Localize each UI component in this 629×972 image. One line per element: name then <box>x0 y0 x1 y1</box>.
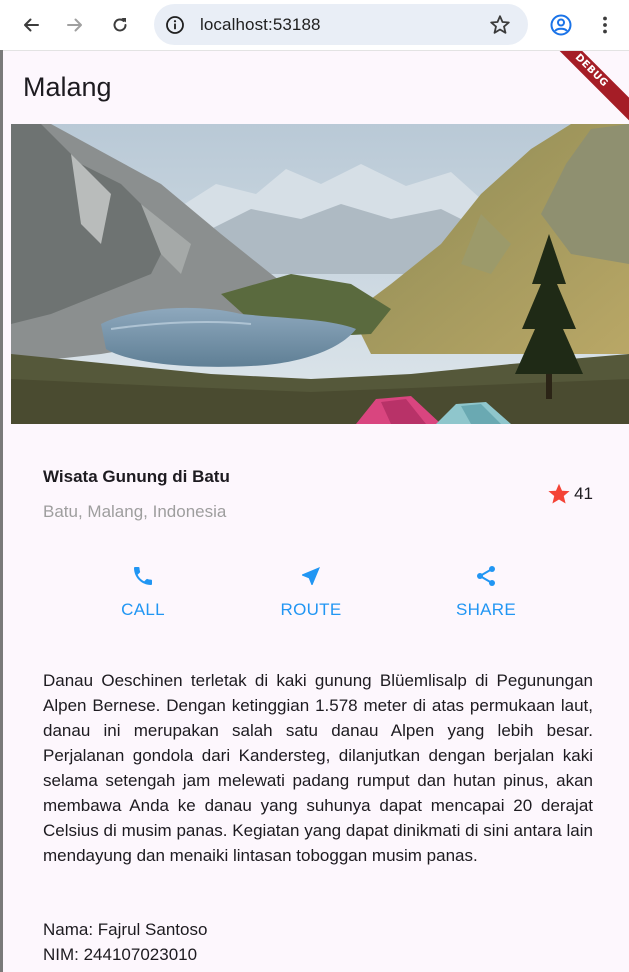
author-info: Nama: Fajrul Santoso NIM: 244107023010 <box>43 917 207 967</box>
author-nim: NIM: 244107023010 <box>43 945 198 964</box>
author-name: Nama: Fajrul Santoso <box>43 920 208 939</box>
app-viewport: Malang DEBUG Wisata Gunung di Batu Batu,… <box>3 51 629 972</box>
share-icon <box>473 563 499 589</box>
reload-button[interactable] <box>104 9 136 41</box>
share-label: SHARE <box>455 600 517 619</box>
bookmark-star-icon[interactable] <box>488 13 512 37</box>
call-button[interactable]: CALL <box>88 563 198 620</box>
address-bar[interactable]: localhost:53188 <box>154 4 528 45</box>
mountain-lake-illustration <box>11 124 629 424</box>
share-button[interactable]: SHARE <box>431 563 541 620</box>
phone-icon <box>130 563 156 589</box>
hero-image <box>11 124 629 424</box>
route-label: ROUTE <box>280 600 342 619</box>
arrow-right-icon <box>67 18 82 32</box>
description-text: Danau Oeschinen terletak di kaki gunung … <box>43 671 593 865</box>
profile-button[interactable] <box>545 9 577 41</box>
rating: 41 <box>546 481 593 507</box>
reload-icon <box>113 18 127 32</box>
forward-button[interactable] <box>59 9 91 41</box>
rating-count: 41 <box>574 484 593 503</box>
browser-menu-button[interactable] <box>589 9 621 41</box>
call-label: CALL <box>121 600 165 619</box>
site-info-icon[interactable] <box>164 14 186 36</box>
app-bar-title: Malang <box>23 72 112 102</box>
place-location: Batu, Malang, Indonesia <box>43 502 227 521</box>
arrow-left-icon <box>24 18 39 32</box>
back-button[interactable] <box>15 9 47 41</box>
star-icon <box>548 483 570 504</box>
debug-banner: DEBUG <box>535 51 629 127</box>
place-name: Wisata Gunung di Batu <box>43 467 230 486</box>
button-section: CALL ROUTE SHARE <box>43 563 593 633</box>
more-vert-icon <box>603 16 607 34</box>
url-text: localhost:53188 <box>200 15 321 34</box>
browser-toolbar: localhost:53188 <box>0 0 629 51</box>
near-me-icon <box>298 563 324 589</box>
route-button[interactable]: ROUTE <box>256 563 366 620</box>
account-circle-icon <box>550 14 572 36</box>
